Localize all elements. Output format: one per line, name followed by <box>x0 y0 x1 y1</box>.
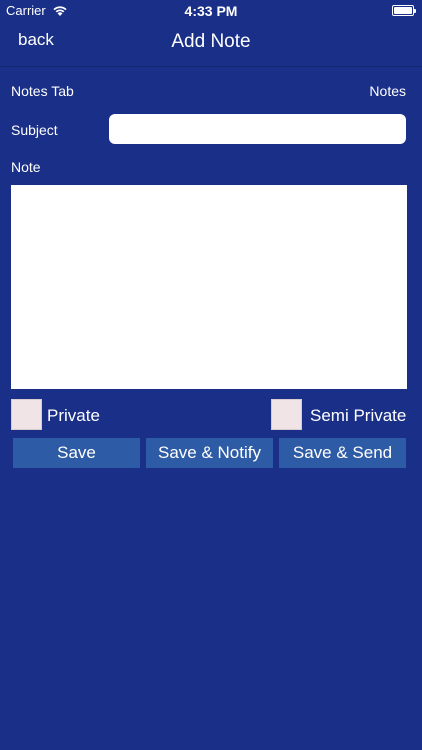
note-textarea[interactable] <box>11 185 407 389</box>
battery-icon <box>392 5 416 16</box>
subject-input[interactable] <box>109 114 406 144</box>
save-button[interactable]: Save <box>13 438 140 468</box>
semi-private-checkbox[interactable] <box>271 399 302 430</box>
save-send-button[interactable]: Save & Send <box>279 438 406 468</box>
save-notify-button[interactable]: Save & Notify <box>146 438 273 468</box>
notes-tab-label: Notes Tab <box>11 83 74 99</box>
status-bar: Carrier 4:33 PM <box>0 0 422 22</box>
notes-tab-value: Notes <box>369 83 406 99</box>
status-time: 4:33 PM <box>184 3 238 19</box>
note-label: Note <box>11 159 41 175</box>
page-title: Add Note <box>171 31 251 52</box>
subject-label: Subject <box>11 122 58 138</box>
nav-bar: back Add Note <box>0 22 422 67</box>
private-label: Private <box>47 406 100 425</box>
private-checkbox[interactable] <box>11 399 42 430</box>
semi-private-label: Semi Private <box>310 406 407 425</box>
